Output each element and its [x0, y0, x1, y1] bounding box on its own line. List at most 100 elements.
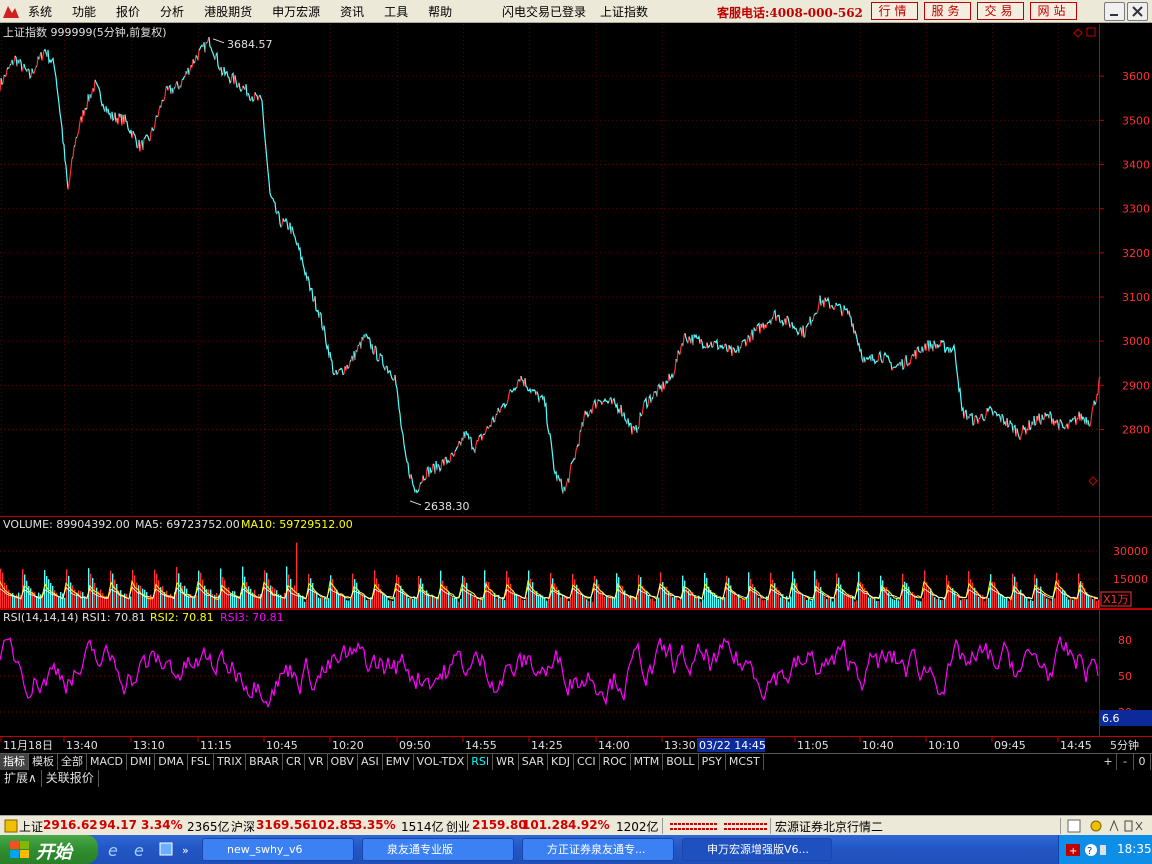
vol-bar	[674, 596, 676, 608]
indicator-sar[interactable]: SAR	[519, 754, 549, 770]
indicator-psy[interactable]: PSY	[699, 754, 726, 770]
indicator-roc[interactable]: ROC	[600, 754, 631, 770]
vol-bar	[610, 596, 612, 608]
service-button[interactable]: 服务	[924, 2, 971, 20]
indicator-vol-tdx[interactable]: VOL-TDX	[414, 754, 469, 770]
vol-bar	[830, 597, 832, 608]
sh-price: 2916.62	[43, 818, 98, 832]
indicator-brar[interactable]: BRAR	[246, 754, 284, 770]
strength-cell	[752, 823, 755, 825]
task-shenwan-active[interactable]: 申万宏源增强版V6...	[682, 838, 832, 861]
vol-bar	[1004, 598, 1006, 608]
indicator-kdj[interactable]: KDJ	[548, 754, 574, 770]
indicator-asi[interactable]: ASI	[358, 754, 383, 770]
indicator-mcst[interactable]: MCST	[726, 754, 764, 770]
trade-button[interactable]: 交易	[977, 2, 1024, 20]
vol-bar	[956, 595, 958, 608]
indicator-tab-1[interactable]: 模板	[29, 754, 58, 770]
vol-bar	[482, 599, 484, 608]
vol-bar	[410, 597, 412, 608]
menu-item-4[interactable]: 港股期货	[204, 3, 252, 20]
menu-item-2[interactable]: 报价	[116, 3, 140, 20]
indicator-boll[interactable]: BOLL	[663, 754, 699, 770]
price-segment-363	[741, 339, 747, 347]
pane-expand-icon[interactable]	[1073, 27, 1096, 38]
vol-bar	[806, 599, 808, 608]
indicator-trix[interactable]: TRIX	[214, 754, 247, 770]
menu-item-5[interactable]: 申万宏源	[272, 3, 320, 20]
indicator-cr[interactable]: CR	[283, 754, 306, 770]
vol-bar	[384, 596, 386, 608]
zoom-out-button[interactable]: -	[1117, 754, 1134, 770]
expand-tab[interactable]: 扩展∧	[0, 770, 42, 787]
strength-cell	[678, 823, 681, 825]
price-segment-271	[560, 478, 564, 494]
indicator-wr[interactable]: WR	[493, 754, 519, 770]
high-marker	[212, 38, 225, 44]
vol-bar	[676, 595, 678, 608]
volume-chart[interactable]: 30000 15000 X1万 VOLUME: 89904392.00 MA5:…	[0, 517, 1152, 609]
quote-button[interactable]: 行情	[871, 2, 918, 20]
indicator-cci[interactable]: CCI	[574, 754, 600, 770]
related-quotes-tab[interactable]: 关联报价	[42, 770, 99, 787]
price-segment-104	[188, 64, 192, 76]
indicator-mtm[interactable]: MTM	[631, 754, 664, 770]
scroll-diamond-icon[interactable]	[1088, 476, 1098, 486]
indicator-vr[interactable]: VR	[305, 754, 328, 770]
indicator-macd[interactable]: MACD	[87, 754, 127, 770]
strength-cell	[694, 823, 697, 825]
rsi-chart[interactable]: 80 50 20 6.6 RSI(14,14,14) RSI1: 70.81 R…	[0, 609, 1152, 737]
indicator-fsl[interactable]: FSL	[188, 754, 214, 770]
period-label[interactable]: 5分钟	[1110, 738, 1139, 752]
indicator-tab-2[interactable]: 全部	[58, 754, 87, 770]
vol-bar	[356, 582, 358, 608]
menu-item-6[interactable]: 资讯	[340, 3, 364, 20]
vol-bar	[404, 593, 406, 608]
menu-item-3[interactable]: 分析	[160, 3, 184, 20]
tray-icons[interactable]: + ?	[1065, 842, 1107, 858]
taskbar: 开始 e e » new_swhy_v6 泉友通专业版 方正证券泉友通专... …	[0, 835, 1152, 864]
price-segment-92	[172, 88, 175, 94]
price-chart[interactable]: 3600 3500 3400 3300 3200 3100 3000 2900 2800 368…	[0, 24, 1152, 517]
indicator-dma[interactable]: DMA	[155, 754, 188, 770]
price-segment-328	[672, 359, 677, 379]
time-label-4: 10:45	[266, 739, 298, 752]
menu-item-8[interactable]: 帮助	[428, 3, 452, 20]
vol-bar	[6, 584, 8, 608]
vol-bar	[594, 575, 596, 608]
price-segment-36	[74, 137, 77, 146]
indicator-rsi[interactable]: RSI	[468, 754, 494, 770]
strength-cell	[678, 828, 681, 830]
start-button[interactable]: 开始	[0, 835, 98, 864]
vol-bar	[348, 600, 350, 608]
price-segment-253	[509, 386, 518, 393]
price-segment-308	[636, 428, 639, 434]
close-button[interactable]	[1127, 2, 1148, 21]
vol-bar	[496, 598, 498, 608]
quicklaunch-icons[interactable]: e e »	[106, 840, 196, 860]
indicator-emv[interactable]: EMV	[383, 754, 414, 770]
status-tray-icons[interactable]	[1067, 819, 1147, 833]
indicator-tab-0[interactable]: 指标	[0, 754, 29, 770]
price-ytick-5: 3100	[1122, 291, 1150, 304]
vol-bar	[184, 585, 186, 608]
windows-logo-icon	[10, 841, 29, 858]
price-segment-406	[816, 295, 821, 314]
price-segment-286	[588, 410, 591, 415]
zoom-reset-button[interactable]: 0	[1134, 754, 1151, 770]
zoom-in-button[interactable]: +	[1100, 754, 1117, 770]
task-quanyoutong[interactable]: 泉友通专业版	[362, 838, 514, 861]
website-button[interactable]: 网站	[1030, 2, 1077, 20]
time-label-3: 11:15	[200, 739, 232, 752]
minimize-button[interactable]	[1104, 2, 1125, 21]
price-segment-370	[755, 325, 758, 332]
task-fangzheng[interactable]: 方正证券泉友通专...	[522, 838, 674, 861]
menu-item-7[interactable]: 工具	[384, 3, 408, 20]
menu-item-0[interactable]: 系统	[28, 3, 52, 20]
menu-item-1[interactable]: 功能	[72, 3, 96, 20]
task-new-swhy[interactable]: new_swhy_v6	[202, 838, 354, 861]
vol-bar	[510, 583, 512, 608]
vol-bar	[554, 583, 556, 608]
indicator-dmi[interactable]: DMI	[127, 754, 156, 770]
indicator-obv[interactable]: OBV	[328, 754, 358, 770]
